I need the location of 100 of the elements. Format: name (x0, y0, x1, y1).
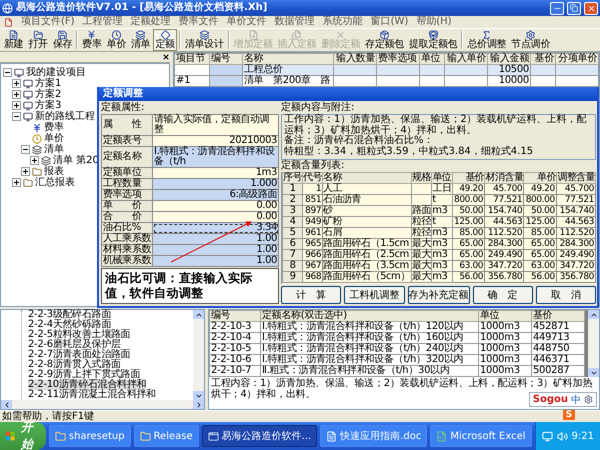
expander-toggle[interactable] (30, 156, 39, 165)
taskbar-button[interactable]: Release (134, 425, 199, 447)
dialog-button[interactable]: 确 定 (472, 286, 533, 304)
toolbar-button[interactable]: 单价 (104, 29, 128, 51)
column-header[interactable]: 名称 (322, 172, 412, 184)
restore-button[interactable] (567, 2, 581, 14)
tree-item[interactable]: 2-2-5粒料改善土壤路面 (28, 330, 130, 340)
tree-item[interactable]: 2-2-10沥青碎石混合料拌和 (28, 380, 146, 390)
table-cell: 2-2-10-3 (210, 322, 260, 332)
dialog-button[interactable]: 工料机调整 (344, 286, 404, 304)
tree-item[interactable]: 2-2-4天然砂砾路面 (28, 320, 112, 330)
tree-item[interactable]: 报表 (43, 166, 65, 177)
column-header[interactable]: 规格 (412, 172, 432, 184)
tree-item[interactable]: 2-2-9沥青上拌下贯式路面 (28, 370, 140, 380)
taskbar-button[interactable]: 易海公路造价软件... (202, 425, 318, 447)
column-header[interactable]: 单位 (478, 310, 532, 322)
column-header[interactable]: 项目节 (174, 54, 210, 64)
notes-field[interactable]: 工作内容：1）沥青加热、保温、输送；2）装载机铲运料、上料，配运料；3）矿料加热烘干；4）拌和，出料。 备注：沥青碎石混合料油石比%： 特粗型：3.34，粗粒式3.59，中粒式3.84，细粒式4.15 (281, 114, 596, 160)
menu-item[interactable]: 系统功能 (322, 16, 363, 28)
toolbar-button[interactable]: 节点调价 (509, 29, 552, 51)
toolbar-button[interactable]: 总价调整 (465, 29, 508, 51)
speaker-icon[interactable] (556, 430, 568, 442)
tree-item[interactable]: 新的路线工程 (34, 111, 96, 122)
toolbar-button[interactable]: 打开 (26, 29, 50, 51)
horizontal-scrollbar[interactable] (1, 400, 204, 409)
close-icon[interactable] (162, 53, 170, 61)
property-value[interactable]: 1.00 (152, 256, 278, 266)
spreadsheet-icon (436, 430, 448, 442)
column-header[interactable]: 输入金额 (488, 54, 530, 64)
dialog-button[interactable]: 取 消 (536, 286, 596, 304)
ime-mode-button[interactable]: 中 (571, 392, 581, 406)
taskbar-button[interactable]: sharesetup (48, 425, 131, 447)
column-header[interactable]: 基价 (452, 172, 485, 184)
toolbar-button[interactable]: 新建 (2, 29, 26, 51)
column-header[interactable]: 单位 (420, 54, 444, 64)
expander-toggle[interactable] (12, 178, 21, 187)
column-header[interactable]: 单价 (524, 172, 556, 184)
menu-item[interactable]: 定额处理 (130, 16, 171, 28)
property-value[interactable]: 1.000 (152, 178, 278, 190)
table-cell: 石屑 (322, 228, 412, 238)
start-button[interactable]: 开始 (0, 422, 46, 450)
column-header[interactable]: 基价 (532, 310, 584, 322)
column-header[interactable]: 编号 (210, 54, 242, 64)
vertical-scrollbar[interactable] (588, 310, 599, 377)
tree-item[interactable]: 2-2-3级配碎石路面 (28, 310, 112, 320)
toolbar-button[interactable]: 存定额包 (363, 29, 406, 51)
tree-item[interactable]: 费率 (43, 122, 65, 133)
close-button[interactable] (584, 2, 598, 14)
column-header[interactable]: 单位 (432, 172, 452, 184)
tree-item[interactable]: 方案2 (34, 89, 62, 100)
menu-item[interactable]: 窗口(W) (370, 16, 408, 28)
expander-toggle[interactable] (21, 145, 30, 154)
taskbar-button[interactable]: Microsoft Excel (430, 425, 532, 447)
expander-toggle[interactable] (21, 167, 30, 176)
expander-toggle[interactable] (12, 112, 21, 121)
column-header[interactable]: 费率选项 (376, 54, 420, 64)
toolbar-button[interactable]: 费率 (80, 29, 104, 51)
tree-item[interactable]: 单价 (43, 133, 65, 144)
tree-item[interactable]: 2-2-11沥青混凝土混合料拌和 (28, 390, 156, 400)
column-header[interactable]: 输入单价 (444, 54, 488, 64)
toolbar-button[interactable]: 定额 (153, 29, 177, 51)
tree-item[interactable]: 方案3 (34, 100, 62, 111)
menu-item[interactable]: 费率文件 (178, 16, 219, 28)
toolbar-button[interactable]: 提取定额包 (406, 29, 460, 51)
expander-toggle[interactable] (12, 101, 21, 110)
column-header[interactable]: 基价 (530, 54, 556, 64)
tree-item[interactable]: 2-2-6磨耗层及保护层 (28, 340, 121, 350)
expander-toggle[interactable] (12, 90, 21, 99)
column-header[interactable]: 分项单价 (556, 54, 598, 64)
column-header[interactable]: 名称 (242, 54, 334, 64)
expander-toggle[interactable] (12, 79, 21, 88)
vertical-scrollbar[interactable] (193, 310, 204, 400)
tree-item[interactable]: 方案1 (34, 78, 62, 89)
property-value[interactable]: Ⅰ.特粗式：沥青混合料拌和设备（t/h (152, 146, 278, 168)
menu-item[interactable]: 单价文件 (226, 16, 267, 28)
menu-item[interactable]: 项目文件(F) (21, 16, 75, 28)
tree-item[interactable]: 2-2-8沥青贯入式路面 (28, 360, 121, 370)
menu-item[interactable]: 工程管理 (82, 16, 123, 28)
tree-item[interactable]: 清单 (43, 144, 65, 155)
toolbar-button[interactable]: 清单 (129, 29, 152, 51)
column-header[interactable]: 材消含量 (484, 172, 524, 184)
status-text: 如需帮助，请按F1键 (2, 411, 94, 422)
menu-item[interactable]: 数据管理 (274, 16, 315, 28)
dialog-button[interactable]: 计 算 (281, 286, 342, 304)
menu-item[interactable]: 帮助(H) (416, 16, 452, 28)
toolbar-button[interactable]: 清单设计 (182, 29, 226, 51)
minimize-button[interactable] (550, 2, 564, 14)
toolbar-button[interactable]: 保存 (50, 29, 74, 51)
tree-item[interactable]: 汇总报表 (34, 177, 76, 188)
tree-item[interactable]: 2-2-7沥青表面处治路面 (28, 350, 130, 360)
column-header[interactable]: 代号 (302, 172, 323, 184)
monitor-icon[interactable] (542, 430, 553, 442)
column-header[interactable]: 输入数量 (334, 54, 376, 64)
expander-toggle[interactable] (3, 68, 12, 77)
gear-icon[interactable] (584, 395, 593, 404)
column-header[interactable]: 编号 (210, 310, 260, 322)
column-header[interactable]: 调整含量 (556, 172, 596, 184)
property-value[interactable]: 6:高级路面 (152, 190, 278, 200)
tree-item[interactable]: 我的建设项目 (25, 67, 87, 78)
taskbar-button[interactable]: 快速应用指南.doc (320, 425, 428, 447)
